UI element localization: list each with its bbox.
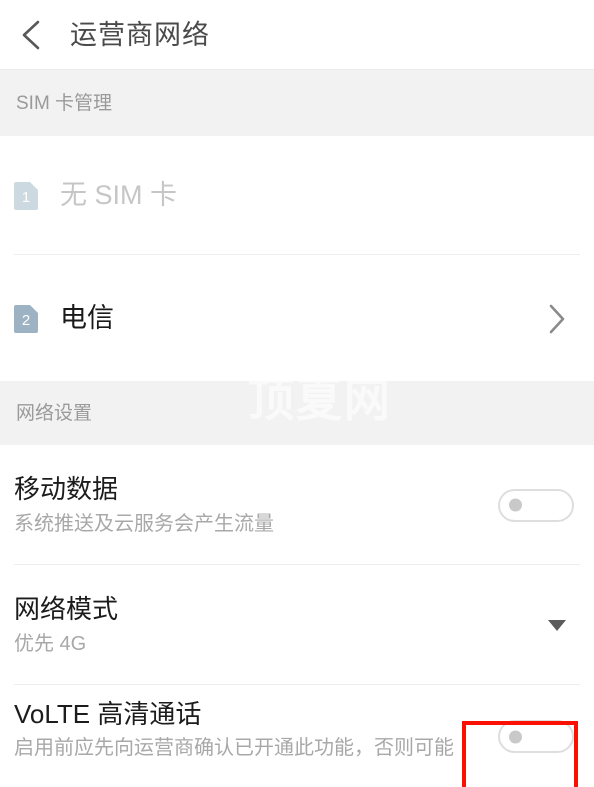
sim-badge-number-1: 1 [22, 189, 30, 206]
chevron-left-icon [18, 18, 44, 52]
section-label-sim: SIM 卡管理 [16, 92, 113, 114]
caret-down-icon[interactable] [542, 610, 572, 640]
row-volte-title: VoLTE 高清通话 [14, 699, 202, 729]
toggle-knob [509, 498, 522, 512]
row-mobile-data[interactable]: 移动数据 系统推送及云服务会产生流量 [0, 445, 594, 565]
app-bar: 运营商网络 [0, 0, 594, 70]
section-label-network: 网络设置 [16, 402, 93, 424]
section-header-network: 网络设置 [0, 381, 594, 445]
sim-row-1-title: 无 SIM 卡 [60, 179, 178, 210]
row-mobile-data-subtitle: 系统推送及云服务会产生流量 [14, 512, 274, 535]
caret-triangle [548, 619, 566, 631]
operator-network-settings-screen: 运营商网络 SIM 卡管理 1 无 SIM 卡 2 电信 网络设置 顶夏网 移动… [0, 0, 594, 787]
sim-row-2[interactable]: 2 电信 [0, 256, 594, 381]
divider-sim-1 [14, 254, 580, 255]
chevron-right-icon[interactable] [540, 302, 574, 336]
row-volte-subtitle: 启用前应先向运营商确认已开通此功能，否则可能 [14, 737, 454, 760]
row-mobile-data-title: 移动数据 [14, 474, 119, 505]
row-network-mode[interactable]: 网络模式 优先 4G [0, 565, 594, 685]
row-volte[interactable]: VoLTE 高清通话 启用前应先向运营商确认已开通此功能，否则可能 [0, 685, 594, 787]
back-button[interactable] [0, 0, 62, 70]
sim-card-icon-2: 2 [14, 304, 38, 333]
page-title: 运营商网络 [70, 19, 210, 50]
toggle-knob [509, 730, 522, 743]
sim-badge-number-2: 2 [22, 312, 30, 329]
sim-row-1[interactable]: 1 无 SIM 卡 [0, 136, 594, 255]
volte-toggle[interactable] [498, 720, 574, 753]
sim-row-2-title: 电信 [60, 302, 114, 333]
row-network-mode-title: 网络模式 [14, 594, 119, 625]
mobile-data-toggle[interactable] [498, 488, 574, 522]
row-network-mode-subtitle: 优先 4G [14, 632, 87, 655]
section-header-sim: SIM 卡管理 [0, 70, 594, 136]
sim-card-icon-1: 1 [14, 181, 38, 210]
